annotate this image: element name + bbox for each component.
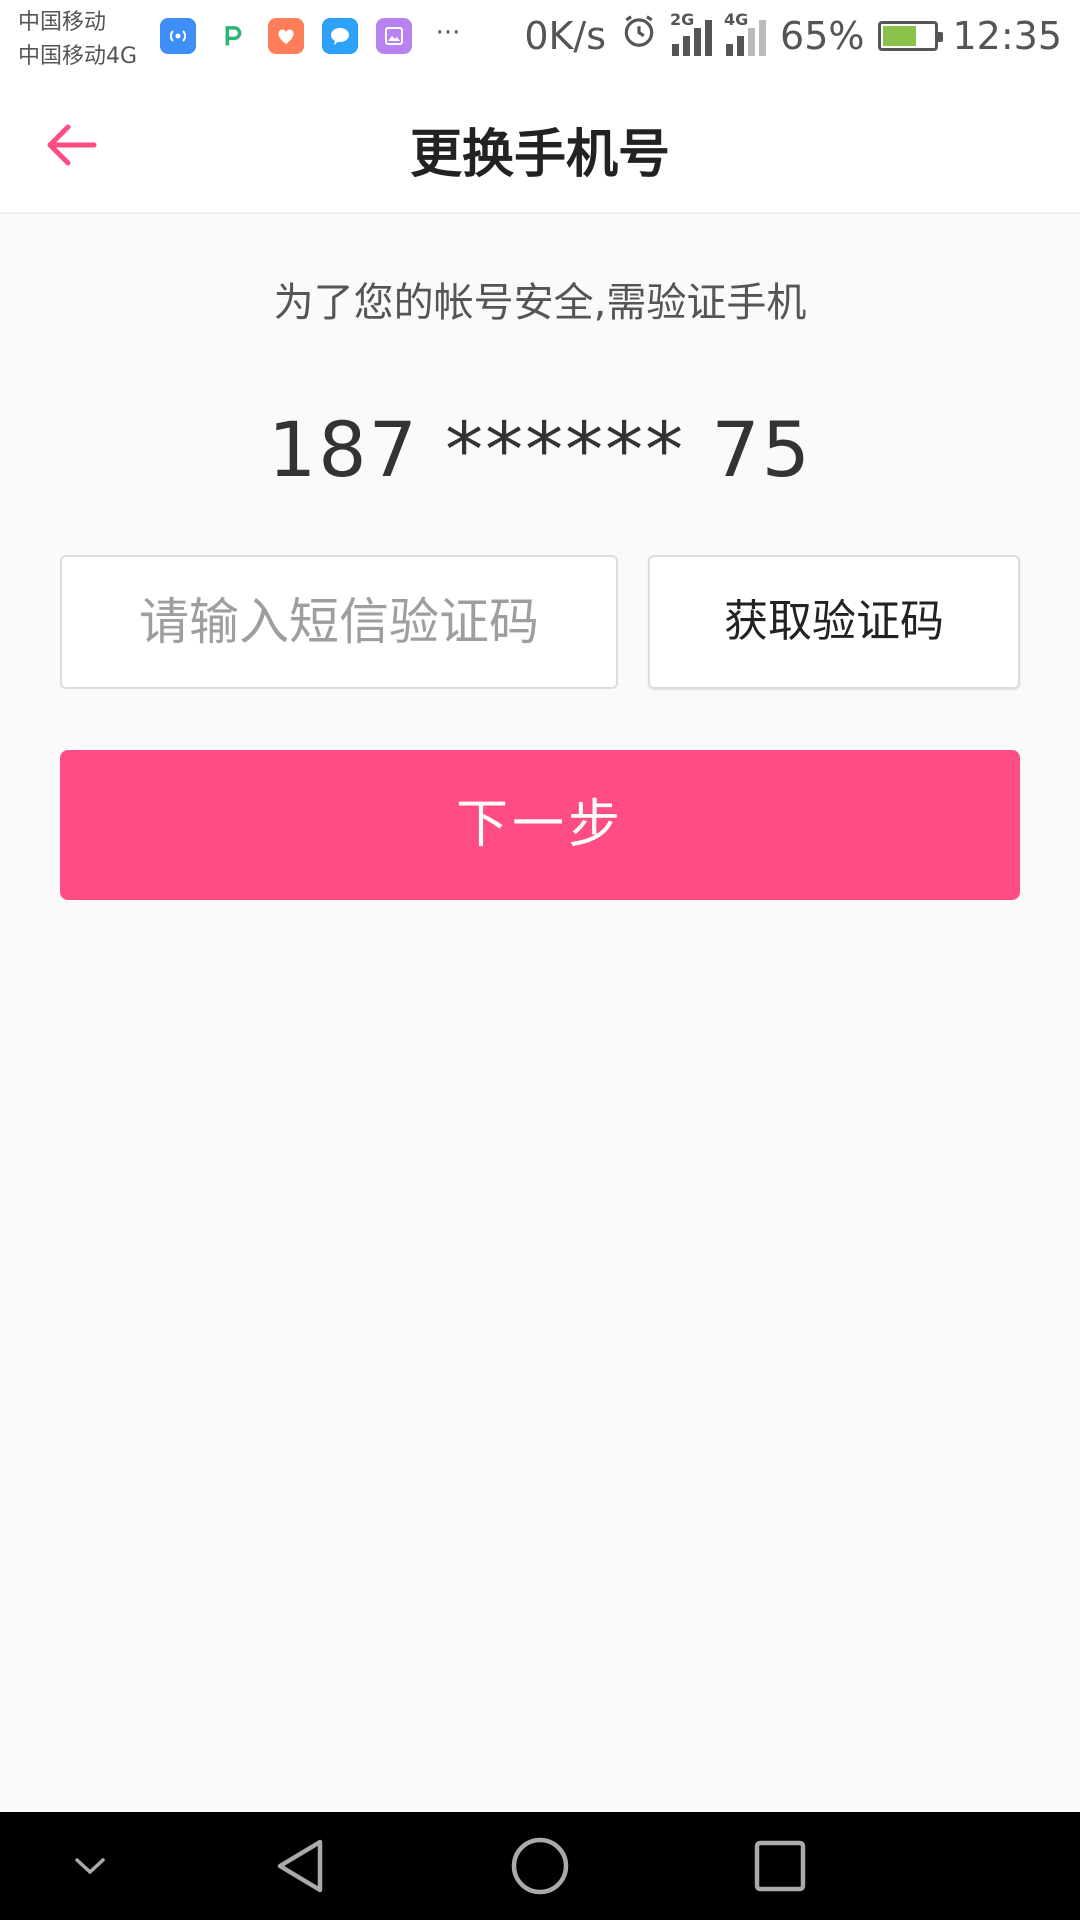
battery-percent: 65% [780,13,865,58]
carrier-info: 中国移动 中国移动4G [18,6,137,74]
heart-app-icon [268,18,304,54]
wifi-hotspot-icon [160,18,196,54]
carrier-2: 中国移动4G [18,44,138,69]
status-bar: 中国移动 中国移动4G ··· 0K/s 2G 4G 65% 12:35 [0,0,1080,76]
system-nav-bar [0,1812,1080,1920]
back-nav-button[interactable] [240,1812,360,1920]
signal-4g-icon: 4G [724,10,767,56]
home-nav-button[interactable] [480,1812,600,1920]
chevron-down-icon [75,1858,105,1875]
next-button[interactable]: 下一步 [60,750,1020,900]
back-triangle-icon [277,1839,323,1893]
clock: 12:35 [952,13,1062,58]
carrier-1: 中国移动 [18,10,107,35]
alarm-icon [620,12,658,59]
p-app-icon [214,18,250,54]
signal-2g-label: 2G [670,9,695,29]
recents-square-icon [754,1840,806,1892]
page-title: 更换手机号 [409,125,670,185]
sms-code-input[interactable] [60,555,618,689]
battery-icon [878,20,944,51]
gallery-app-icon [376,18,412,54]
notification-icons: ··· [160,18,466,54]
home-circle-icon [511,1837,569,1895]
masked-phone-number: 187 ****** 75 [267,405,813,494]
message-app-icon [322,18,358,54]
verification-hint: 为了您的帐号安全,需验证手机 [273,280,807,326]
title-bar: 更换手机号 [0,76,1080,214]
get-code-button[interactable]: 获取验证码 [648,555,1020,689]
recents-nav-button[interactable] [720,1812,840,1920]
signal-2g-icon: 2G [670,10,713,56]
signal-4g-label: 4G [724,9,749,29]
more-notifications-icon: ··· [435,18,461,48]
status-right: 0K/s 2G 4G 65% 12:35 [524,10,1062,59]
hide-nav-button[interactable] [30,1812,150,1920]
screen: 中国移动 中国移动4G ··· 0K/s 2G 4G 65% 12:35 更换手… [0,0,1080,1920]
net-speed: 0K/s [524,13,607,58]
